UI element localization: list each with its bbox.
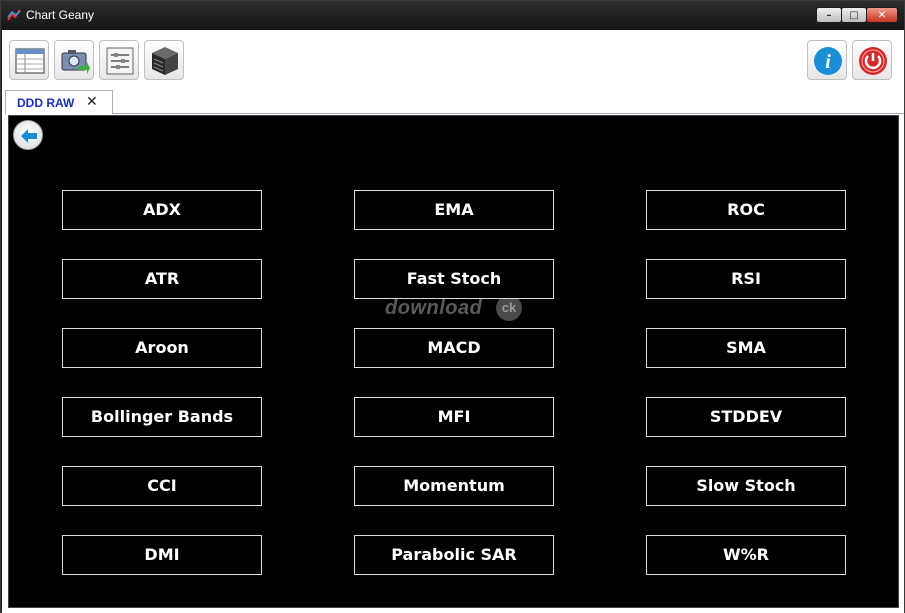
watermark-text: download (385, 297, 483, 319)
indicator-button-ema[interactable]: EMA (354, 190, 554, 230)
screenshot-button[interactable] (54, 40, 94, 80)
indicator-button-wpr[interactable]: W%R (646, 535, 846, 575)
maximize-icon: □ (849, 10, 859, 21)
app-logo-icon (7, 9, 21, 21)
tab-ddd-raw[interactable]: DDD RAW ✕ (5, 90, 113, 114)
database-server-icon (152, 47, 178, 75)
close-button[interactable]: ✕ (866, 7, 898, 23)
database-server-button[interactable] (144, 40, 184, 80)
tab-strip-divider (112, 113, 904, 114)
indicator-button-atr[interactable]: ATR (62, 259, 262, 299)
tab-close-icon[interactable]: ✕ (86, 95, 98, 109)
indicator-button-stddev[interactable]: STDDEV (646, 397, 846, 437)
minimize-button[interactable]: – (816, 7, 842, 23)
settings-panel-icon (106, 47, 134, 75)
indicator-button-cci[interactable]: CCI (62, 466, 262, 506)
screenshot-icon (61, 50, 90, 74)
spreadsheet-button[interactable] (9, 40, 49, 80)
indicator-button-parabolic-sar[interactable]: Parabolic SAR (354, 535, 554, 575)
indicator-button-bollinger-bands[interactable]: Bollinger Bands (62, 397, 262, 437)
client-area: i DDD RAW ✕ download ck ADX ATR Aroon Bo… (2, 30, 904, 613)
indicator-button-dmi[interactable]: DMI (62, 535, 262, 575)
app-window: Chart Geany – □ ✕ i DDD RAW ✕ download c… (0, 0, 905, 613)
close-icon: ✕ (877, 10, 887, 21)
indicator-button-rsi[interactable]: RSI (646, 259, 846, 299)
indicator-button-adx[interactable]: ADX (62, 190, 262, 230)
settings-panel-button[interactable] (99, 40, 139, 80)
power-icon (859, 47, 887, 75)
info-icon: i (814, 47, 842, 75)
indicator-button-momentum[interactable]: Momentum (354, 466, 554, 506)
indicator-button-roc[interactable]: ROC (646, 190, 846, 230)
indicator-button-mfi[interactable]: MFI (354, 397, 554, 437)
watermark: download ck (385, 295, 525, 325)
spreadsheet-icon (15, 48, 45, 74)
svg-text:i: i (825, 51, 831, 73)
indicator-button-slow-stoch[interactable]: Slow Stoch (646, 466, 846, 506)
indicator-panel: download ck ADX ATR Aroon Bollinger Band… (8, 115, 899, 608)
back-arrow-icon (21, 129, 37, 143)
title-bar[interactable]: Chart Geany – □ ✕ (1, 1, 904, 30)
power-button[interactable] (852, 40, 892, 80)
indicator-button-aroon[interactable]: Aroon (62, 328, 262, 368)
window-title: Chart Geany (26, 8, 95, 22)
indicator-button-sma[interactable]: SMA (646, 328, 846, 368)
back-button[interactable] (13, 120, 43, 150)
info-button[interactable]: i (807, 40, 847, 80)
maximize-button[interactable]: □ (841, 7, 867, 23)
indicator-button-macd[interactable]: MACD (354, 328, 554, 368)
indicator-button-fast-stoch[interactable]: Fast Stoch (354, 259, 554, 299)
minimize-icon: – (826, 10, 832, 21)
tab-label: DDD RAW (17, 96, 75, 110)
